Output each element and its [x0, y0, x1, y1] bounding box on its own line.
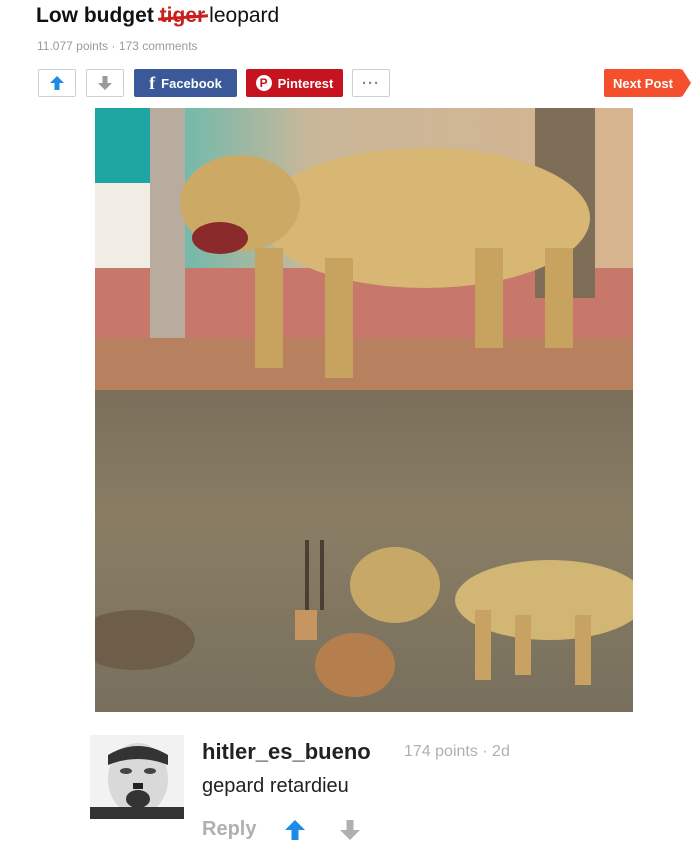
more-options-button[interactable]: ··· [352, 69, 390, 97]
facebook-label: Facebook [161, 75, 222, 91]
downvote-button[interactable] [86, 69, 124, 97]
up-arrow-icon [50, 76, 64, 90]
title-suffix: leopard [209, 4, 280, 27]
post-title: Low budget tiger leopard [36, 4, 279, 28]
post-meta: 11.077 points · 173 comments [37, 39, 198, 53]
comment-upvote-icon[interactable] [283, 818, 307, 842]
post-image [95, 108, 633, 712]
next-post-button[interactable]: Next Post [604, 69, 691, 97]
upvote-button[interactable] [38, 69, 76, 97]
comment-meta: 174 points · 2d [404, 743, 510, 760]
ellipsis-icon: ··· [362, 74, 380, 92]
pinterest-share-button[interactable]: P Pinterest [246, 69, 343, 97]
title-prefix: Low budget [36, 4, 154, 27]
pinterest-icon: P [255, 75, 272, 91]
pinterest-label: Pinterest [277, 75, 334, 91]
comment-text: gepard retardieu [202, 775, 349, 797]
gazelle-leopard-photo-bottom [95, 390, 633, 712]
comment-username[interactable]: hitler_es_bueno [202, 739, 371, 765]
facebook-share-button[interactable]: f Facebook [134, 69, 237, 97]
next-post-label: Next Post [613, 75, 673, 91]
facebook-icon: f [149, 72, 156, 93]
avatar[interactable] [90, 735, 184, 819]
leopard-photo-top [95, 108, 633, 390]
title-struck-word: tiger [159, 4, 206, 27]
down-arrow-icon [98, 76, 112, 90]
comment-downvote-icon[interactable] [338, 818, 362, 842]
reply-link[interactable]: Reply [202, 818, 256, 841]
